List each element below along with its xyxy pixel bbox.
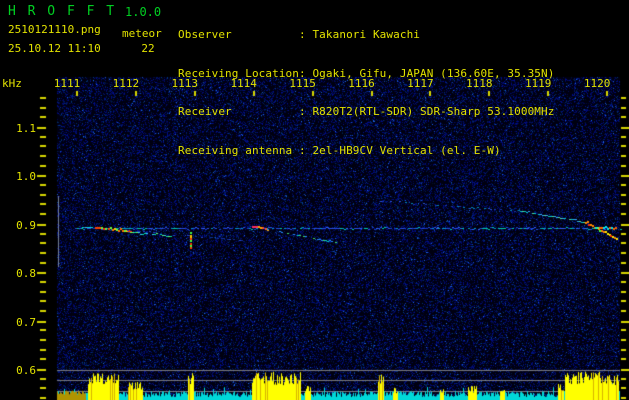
info-row-observer: Observer: Takanori Kawachi xyxy=(178,27,554,42)
info-sep: : xyxy=(299,27,313,41)
time-tick-label: 1115 xyxy=(289,77,316,90)
time-tick-label: 1116 xyxy=(348,77,375,90)
time-tick-label: 1120 xyxy=(583,77,611,90)
app-title: H R O F F T xyxy=(8,4,117,19)
capture-filename: 2510121110.png xyxy=(8,23,101,36)
freq-tick-label: 0.6 xyxy=(16,364,36,377)
capture-datetime: 25.10.12 11:10 xyxy=(8,42,101,55)
time-tick-label: 1113 xyxy=(171,77,199,90)
time-tick-label: 1114 xyxy=(230,77,257,90)
echo-count: 22 xyxy=(141,42,155,55)
info-label: Receiving antenna xyxy=(178,143,293,157)
observation-mode: meteor xyxy=(122,27,162,40)
info-label: Observer xyxy=(178,27,232,41)
freq-tick-label: 1.1 xyxy=(16,122,36,135)
info-sep: : xyxy=(299,105,313,119)
info-row-antenna: Receiving antenna: 2el-HB9CV Vertical (e… xyxy=(178,143,554,158)
time-tick-label: 1117 xyxy=(407,77,434,90)
info-row-receiver: Receiver: R820T2(RTL-SDR) SDR-Sharp 53.1… xyxy=(178,105,555,119)
freq-tick-label: 0.7 xyxy=(16,315,36,329)
info-label: Receiver xyxy=(178,105,232,119)
time-tick-label: 1112 xyxy=(112,77,140,90)
app-version: 1.0.0 xyxy=(125,5,162,19)
freq-tick-label: 1.0 xyxy=(16,170,36,184)
info-value: 2el-HB9CV Vertical (el. E-W) xyxy=(312,143,501,157)
info-value: R820T2(RTL-SDR) SDR-Sharp 53.1000MHz xyxy=(312,105,555,119)
hrofft-window: H R O F F T 1.0.0 2510121110.png meteor … xyxy=(0,0,629,400)
time-tick-label: 1111 xyxy=(53,77,81,90)
freq-axis-unit: kHz xyxy=(2,77,22,90)
time-tick-label: 1119 xyxy=(524,77,552,90)
freq-tick-label: 0.8 xyxy=(16,267,36,281)
time-tick-label: 1118 xyxy=(466,77,493,90)
info-value: Takanori Kawachi xyxy=(312,27,421,41)
station-info: Observer: Takanori Kawachi Receiving Loc… xyxy=(178,3,554,184)
freq-tick-label: 0.9 xyxy=(16,218,36,232)
info-sep: : xyxy=(299,143,313,157)
